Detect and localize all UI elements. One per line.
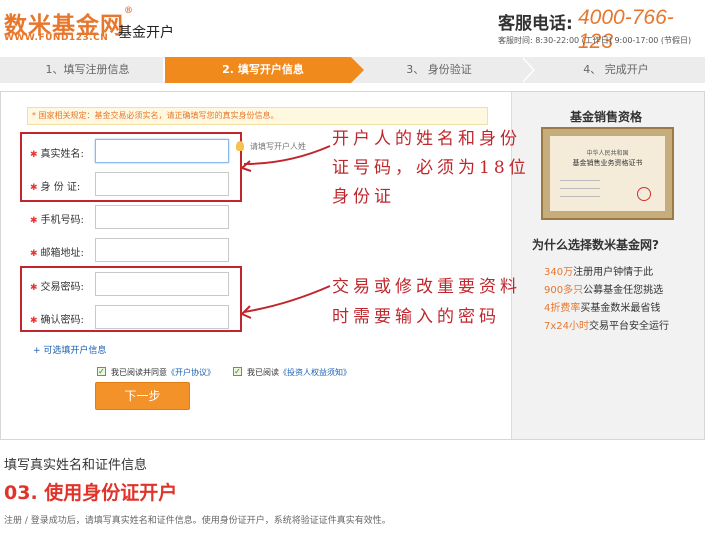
idcard-label: ✱ 身 份 证:: [30, 178, 80, 193]
agreement-1-prefix: 我已阅读并同意: [111, 368, 167, 377]
step-1: 1、填写注册信息: [0, 57, 175, 83]
certificate-image: 中华人民共和国 基金销售业务资格证书: [541, 127, 674, 220]
identity-arrowhead: [241, 160, 252, 172]
feature-item: 4折费率买基金数米最省钱: [544, 299, 660, 314]
mobile-input[interactable]: [95, 205, 229, 229]
page-title: 基金开户: [118, 25, 174, 41]
step-3-label: 3、 身份验证: [406, 63, 472, 76]
annotation-arrows: [241, 145, 331, 319]
idcard-input[interactable]: [95, 172, 229, 196]
step-2-label: 2. 填写开户信息: [222, 63, 304, 76]
agreement-text-1: 我已阅读并同意《开户协议》: [111, 367, 215, 378]
section-subtitle: 填写真实姓名和证件信息: [4, 458, 148, 473]
required-mark: ✱: [30, 216, 38, 226]
identity-annotation-line3: 身份证: [332, 187, 395, 207]
idcard-label-text: 身 份 证:: [40, 182, 81, 193]
certificate-rule: [560, 196, 600, 197]
email-label: ✱ 邮箱地址:: [30, 244, 84, 259]
sales-qualification-title: 基金销售资格: [570, 110, 643, 124]
mobile-label: ✱ 手机号码:: [30, 211, 84, 226]
confirm-password-label-text: 确认密码:: [40, 315, 84, 326]
trade-password-label: ✱ 交易密码:: [30, 278, 84, 293]
why-choose-title: 为什么选择数米基金网?: [532, 238, 659, 252]
certificate-line1: 中华人民共和国: [586, 150, 629, 157]
section-description: 注册 / 登录成功后，请填写真实姓名和证件信息。使用身份证开户，系统将验证证件真…: [4, 516, 391, 526]
step-4-label: 4、 完成开户: [583, 63, 649, 76]
hotline-label: 客服电话:: [498, 14, 573, 34]
service-hours: 客服时间: 8:30-22:00 (工作日) 9:00-17:00 (节假日): [498, 36, 692, 45]
certificate-rule: [560, 180, 600, 181]
feature-text: 注册用户钟情于此: [573, 267, 654, 278]
certificate-seal-icon: [637, 187, 651, 201]
step-1-label: 1、填写注册信息: [45, 63, 130, 76]
required-mark: ✱: [30, 183, 38, 193]
logo-url: WWW.FUND123.CN: [4, 33, 109, 43]
mobile-label-text: 手机号码:: [40, 215, 84, 226]
identity-annotation-line2: 证号码，必须为18位: [332, 158, 530, 178]
section-heading: 03. 使用身份证开户: [4, 482, 178, 504]
certificate-line2: 基金销售业务资格证书: [572, 159, 643, 167]
required-mark: ✱: [30, 249, 38, 259]
feature-text: 买基金数米最省钱: [580, 303, 661, 314]
agreement-2-prefix: 我已阅读: [247, 368, 279, 377]
password-annotation-line1: 交易或修改重要资料: [332, 277, 521, 297]
feature-text: 公募基金任您挑选: [583, 285, 664, 296]
step-2: 2. 填写开户信息: [175, 57, 351, 83]
certificate-rule: [560, 188, 600, 189]
trade-password-input[interactable]: [95, 272, 229, 296]
realname-input[interactable]: [95, 139, 229, 163]
email-label-text: 邮箱地址:: [40, 248, 84, 259]
agreement-1-link[interactable]: 《开户协议》: [167, 368, 215, 377]
step-3: 3、 身份验证: [351, 57, 527, 83]
realname-notice: * 国家相关规定：基金交易必须实名，请正确填写您的真实身份信息。: [27, 107, 488, 125]
password-arrow: [243, 285, 331, 313]
progress-steps: 1、填写注册信息 2. 填写开户信息 3、 身份验证 4、 完成开户: [0, 57, 705, 83]
realname-label: ✱ 真实姓名:: [30, 145, 84, 160]
confirm-password-label: ✱ 确认密码:: [30, 311, 84, 326]
feature-highlight: 900多只: [544, 285, 584, 296]
logo-trademark: ®: [124, 6, 134, 16]
step-4: 4、 完成开户: [527, 57, 705, 83]
confirm-password-input[interactable]: [95, 305, 229, 329]
trade-password-label-text: 交易密码:: [40, 282, 84, 293]
feature-item: 900多只公募基金任您挑选: [544, 281, 663, 296]
feature-highlight: 340万: [544, 267, 574, 278]
optional-info-link[interactable]: + 可选填开户信息: [33, 343, 106, 356]
feature-highlight: 7x24小时: [544, 321, 590, 332]
hotline-number: 4000-766-123: [578, 6, 674, 53]
feature-item: 340万注册用户钟情于此: [544, 263, 653, 278]
required-mark: ✱: [30, 316, 38, 326]
agreement-text-2: 我已阅读《投资人权益须知》: [247, 367, 351, 378]
identity-arrow: [243, 145, 331, 165]
required-mark: ✱: [30, 150, 38, 160]
agreement-checkbox-1[interactable]: ✓: [97, 367, 106, 376]
feature-highlight: 4折费率: [544, 303, 581, 314]
realname-label-text: 真实姓名:: [40, 149, 84, 160]
step-separator: [351, 57, 364, 83]
identity-annotation-line1: 开户人的姓名和身份: [332, 129, 521, 149]
step-separator: [165, 57, 177, 83]
next-button[interactable]: 下一步: [95, 382, 190, 410]
feature-text: 交易平台安全运行: [589, 321, 670, 332]
password-annotation-line2: 时需要输入的密码: [332, 307, 500, 327]
feature-item: 7x24小时交易平台安全运行: [544, 317, 669, 332]
required-mark: ✱: [30, 283, 38, 293]
email-input[interactable]: [95, 238, 229, 262]
agreement-checkbox-2[interactable]: ✓: [233, 367, 242, 376]
certificate-paper: 中华人民共和国 基金销售业务资格证书: [549, 135, 666, 212]
step-separator: [521, 57, 533, 83]
agreement-2-link[interactable]: 《投资人权益须知》: [279, 368, 351, 377]
